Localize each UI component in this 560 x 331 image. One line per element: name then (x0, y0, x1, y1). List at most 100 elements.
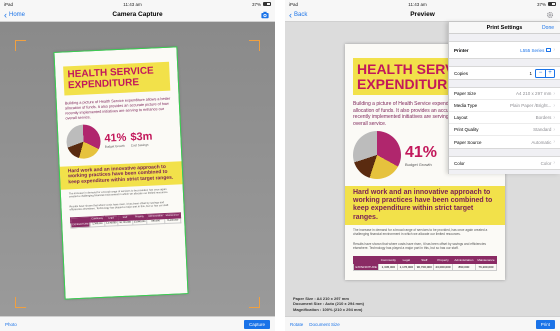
setting-row-color[interactable]: Color Color › (449, 157, 560, 169)
printer-value: L555 Series › (520, 47, 555, 53)
table-cell: 1,176,000 (104, 221, 119, 227)
status-time: 11:43 am (123, 1, 142, 7)
table-cell: 76,200,000 (474, 263, 498, 272)
print-button[interactable]: Print (535, 319, 555, 329)
setting-value: Standard › (533, 127, 555, 133)
printer-label: Printer (454, 47, 469, 53)
nav-bar: ‹ Back Preview (285, 8, 560, 22)
setting-value-text: Borders (535, 115, 552, 120)
chevron-right-icon: › (553, 47, 555, 53)
device-label: iPad (289, 1, 299, 7)
color-group: Color Color › (449, 156, 560, 170)
table-header: Staff (414, 256, 435, 265)
chevron-right-icon: › (553, 114, 555, 121)
preview-size-info: Paper Size : A4 210 x 297 mm Document Si… (293, 296, 364, 312)
setting-label: Print Quality (454, 127, 479, 132)
document-size-info: Document Size : Auto (210 x 294 mm) (293, 301, 364, 307)
setting-row-paper-size[interactable]: Paper Size A4 210 x 297 mm › (449, 88, 560, 100)
setting-value-text: Automatic (531, 139, 552, 145)
setting-row-layout[interactable]: Layout Borders › (449, 112, 560, 124)
crop-corner-bottom-right (249, 297, 260, 308)
setting-label: Paper Size (454, 91, 477, 96)
crop-corner-top-right (249, 40, 260, 51)
stat-block: 41% Budget Growth (405, 144, 437, 167)
printer-row[interactable]: Printer L555 Series › (449, 42, 560, 58)
page-title: Camera Capture (112, 11, 163, 18)
document-chart-row: 41% Budget Growth $3m Cost Savings (58, 116, 182, 163)
table-cell: 1,345,000 (378, 263, 399, 272)
setting-value-text: A4 210 x 297 mm (516, 91, 552, 96)
battery-percent: 37% (536, 1, 546, 7)
bottom-toolbar: Photo Capture (0, 316, 275, 331)
setting-value-text: Color (540, 160, 552, 166)
table-cell: 23,000,000 (132, 219, 148, 226)
photo-link[interactable]: Photo (5, 322, 17, 327)
status-time: 11:43 am (408, 1, 427, 7)
budget-table: Community Legal Staff Property Administr… (352, 256, 498, 272)
bottom-toolbar: Rotate Document Size Print (285, 316, 560, 331)
printer-icon (546, 48, 552, 52)
table-cell: 1,345,000 (90, 221, 105, 228)
camera-viewfinder[interactable]: HEALTH SERVICE EXPENDITURE Building a pi… (0, 22, 275, 316)
table-cell: 890,000 (146, 218, 165, 225)
table-header: Property (433, 256, 453, 265)
battery-percent: 37% (251, 1, 261, 7)
table-cell: 76,200,000 (164, 218, 181, 224)
table-cell: 1,176,000 (397, 263, 416, 272)
decrement-button[interactable]: − (536, 70, 545, 77)
crop-corner-top-left (15, 40, 26, 51)
setting-label: Color (454, 160, 465, 166)
setting-label: Paper Source (454, 139, 482, 145)
setting-value: Color › (541, 160, 555, 166)
battery-icon (263, 2, 271, 6)
table-cell: 890,000 (451, 263, 476, 272)
camera-settings-icon[interactable] (261, 11, 269, 19)
stat-growth: 41% (104, 131, 127, 145)
copies-label: Copies (454, 70, 469, 76)
home-back-button[interactable]: ‹ Home (4, 8, 25, 22)
rotate-link[interactable]: Rotate (290, 322, 303, 327)
setting-row-print-quality[interactable]: Print Quality Standard › (449, 124, 560, 136)
setting-row-paper-source[interactable]: Paper Source Automatic › (449, 136, 560, 148)
copies-group: Copies 1 − + (449, 66, 560, 80)
document-paragraph-2: Results have shown that where costs have… (353, 241, 486, 251)
chevron-right-icon: › (553, 160, 555, 166)
stat-block: 41% Budget Growth (104, 131, 127, 148)
setting-row-media-type[interactable]: Media Type Plain Paper /Bright... › (449, 100, 560, 112)
table-cell: EXPENDITURE (70, 222, 91, 229)
stat-growth-label: Budget Growth (405, 161, 432, 167)
copies-row: Copies 1 − + (449, 67, 560, 79)
table-header: Community (378, 256, 399, 265)
gear-icon[interactable] (546, 11, 554, 19)
table-cell: 90,700,000 (414, 263, 435, 272)
camera-capture-screen: iPad 11:43 am 37% ‹ Home Camera Capture … (0, 0, 275, 331)
setting-label: Layout (454, 115, 468, 120)
back-label: Back (294, 12, 308, 18)
increment-button[interactable]: + (545, 69, 554, 77)
expenditure-pie-chart (65, 123, 102, 160)
setting-value: Plain Paper /Bright... › (510, 103, 555, 109)
back-button[interactable]: ‹ Back (289, 8, 307, 22)
setting-value-text: Plain Paper /Bright... (510, 103, 552, 108)
document-size-link[interactable]: Document Size (309, 322, 340, 327)
chevron-right-icon: › (553, 102, 555, 109)
table-cell: EXPENDITURE (352, 263, 380, 272)
status-bar: iPad 11:43 am 37% (285, 0, 560, 8)
setting-value: A4 210 x 297 mm › (516, 91, 555, 97)
capture-button[interactable]: Capture (243, 319, 270, 329)
table-row: EXPENDITURE 1,345,000 1,176,000 90,700,0… (352, 263, 498, 272)
device-label: iPad (4, 1, 14, 7)
document-paragraph-1: The increase in demand for a broad range… (353, 227, 488, 236)
captured-document: HEALTH SERVICE EXPENDITURE Building a pi… (53, 46, 189, 300)
print-settings-panel: Print Settings Done Printer L555 Series … (448, 22, 560, 174)
copies-stepper: 1 − + (529, 68, 555, 78)
battery-indicator: 37% (252, 2, 271, 7)
table-header: Maintenance (474, 256, 498, 265)
stat-block-2: $3m Cost Savings (130, 130, 153, 147)
setting-value-text: Standard (533, 127, 552, 132)
done-button[interactable]: Done (542, 22, 554, 34)
printer-group: Printer L555 Series › (449, 41, 560, 59)
stat-savings: $3m (130, 130, 153, 144)
chevron-left-icon: ‹ (4, 9, 7, 20)
printer-name: L555 Series (520, 47, 545, 53)
